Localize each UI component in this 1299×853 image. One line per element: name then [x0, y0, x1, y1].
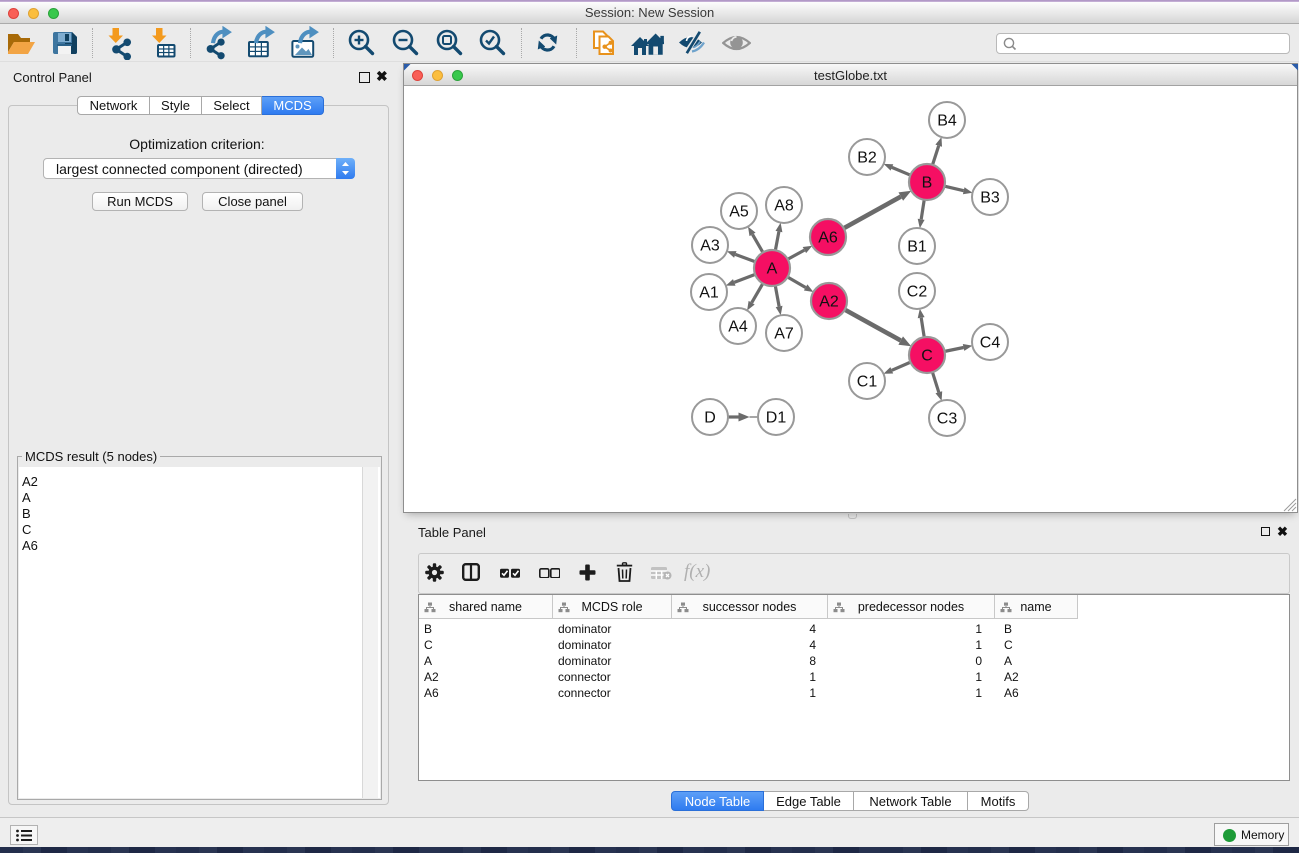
svg-text:D: D: [704, 410, 716, 427]
svg-text:A5: A5: [729, 204, 749, 221]
svg-text:B4: B4: [937, 113, 957, 130]
svg-text:B: B: [922, 175, 933, 192]
svg-text:A1: A1: [699, 285, 719, 302]
svg-text:C3: C3: [937, 411, 958, 428]
svg-text:A7: A7: [774, 326, 794, 343]
svg-text:B2: B2: [857, 150, 877, 167]
svg-text:A8: A8: [774, 198, 794, 215]
svg-text:C2: C2: [907, 284, 928, 301]
svg-text:A6: A6: [818, 230, 838, 247]
svg-text:A2: A2: [819, 294, 839, 311]
svg-text:C4: C4: [980, 335, 1001, 352]
svg-text:D1: D1: [766, 410, 787, 427]
svg-text:A4: A4: [728, 319, 748, 336]
svg-text:A: A: [767, 261, 778, 278]
svg-text:B3: B3: [980, 190, 1000, 207]
svg-text:C: C: [921, 348, 933, 365]
svg-text:A3: A3: [700, 238, 720, 255]
svg-text:B1: B1: [907, 239, 927, 256]
svg-text:C1: C1: [857, 374, 878, 391]
